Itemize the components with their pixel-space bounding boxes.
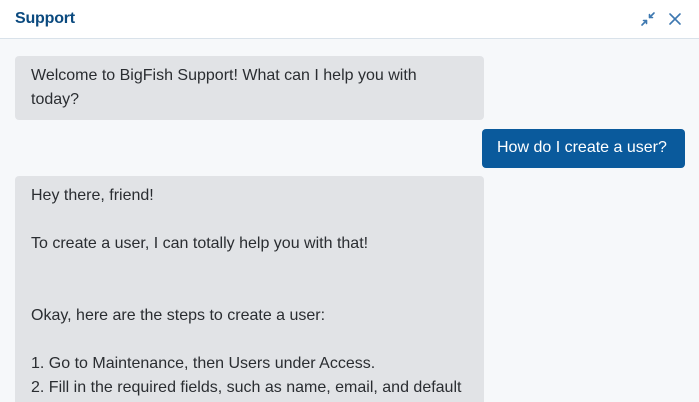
chat-header: Support [0,0,699,39]
chat-title: Support [15,10,75,27]
user-message: How do I create a user? [482,129,685,168]
collapse-arrows-icon[interactable] [640,11,656,27]
bot-message: Hey there, friend! To create a user, I c… [15,176,484,402]
bot-message: Welcome to BigFish Support! What can I h… [15,56,484,120]
close-icon[interactable] [667,11,683,27]
support-chat-panel: Support Welcome to BigFish Support! What… [0,0,699,402]
message-list[interactable]: Welcome to BigFish Support! What can I h… [0,40,699,402]
